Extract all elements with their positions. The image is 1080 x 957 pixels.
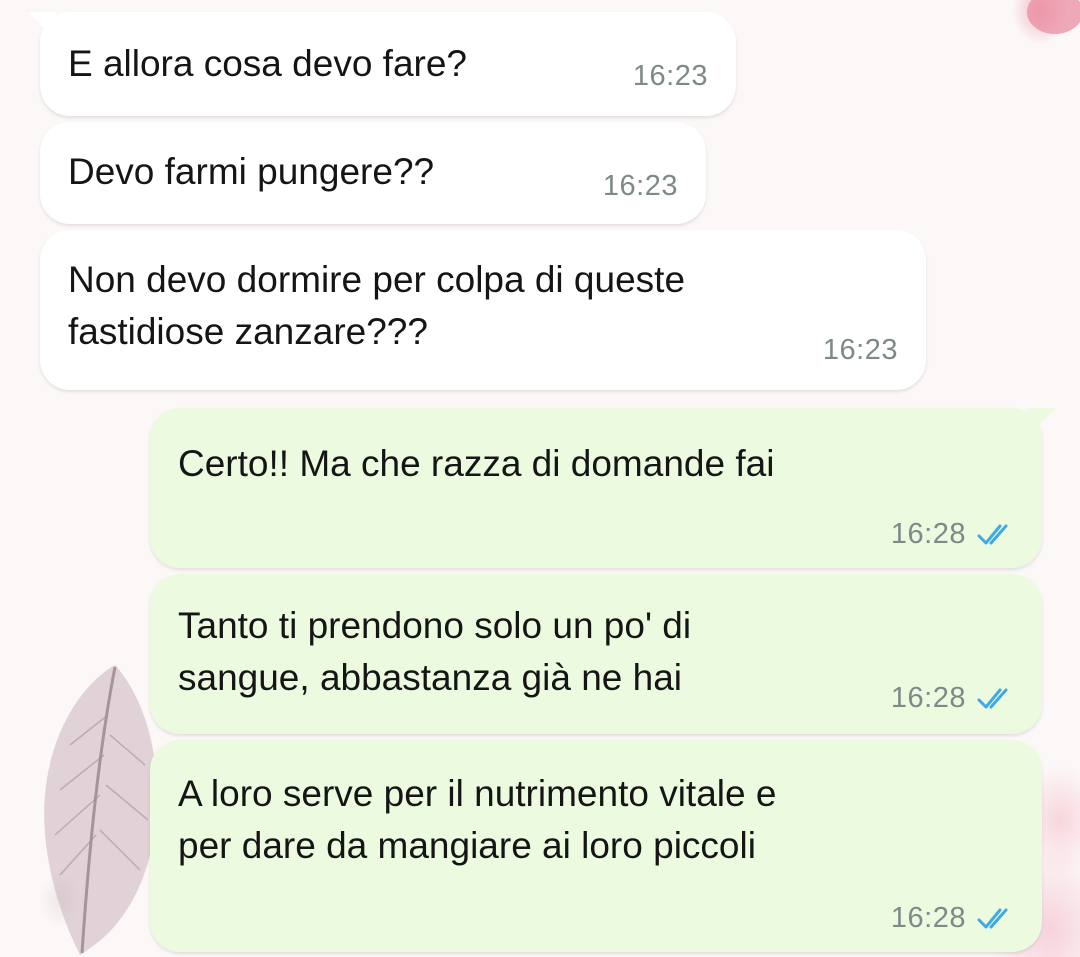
message-time: 16:28 bbox=[890, 902, 966, 934]
message-text: E allora cosa devo fare? bbox=[68, 43, 468, 84]
message-meta: 16:28 bbox=[891, 682, 1016, 715]
double-check-icon bbox=[977, 524, 1008, 544]
message-meta: 16:28 bbox=[891, 902, 1016, 935]
message-text: Certo!! Ma che razza di domande fai bbox=[178, 443, 775, 484]
petal-decoration bbox=[1027, 0, 1080, 34]
leaf-illustration bbox=[44, 665, 158, 955]
message-meta: 16:23 bbox=[823, 334, 898, 367]
message-time: 16:23 bbox=[632, 60, 708, 92]
message-bubble-incoming[interactable]: Devo farmi pungere?? 16:23 bbox=[40, 122, 706, 224]
double-check-icon bbox=[977, 908, 1008, 928]
message-bubble-outgoing[interactable]: Certo!! Ma che razza di domande fai 16:2… bbox=[150, 408, 1056, 568]
message-bubble-outgoing[interactable]: Tanto ti prendono solo un po' di sangue,… bbox=[150, 574, 1042, 734]
message-bubble-incoming[interactable]: Non devo dormire per colpa di queste fas… bbox=[40, 230, 926, 390]
message-meta: 16:28 bbox=[891, 518, 1016, 551]
message-bubble-incoming[interactable]: E allora cosa devo fare? 16:23 bbox=[28, 12, 736, 116]
message-meta: 16:23 bbox=[633, 60, 708, 93]
message-meta: 16:23 bbox=[603, 170, 678, 203]
message-text: Non devo dormire per colpa di queste fas… bbox=[68, 259, 686, 352]
message-text: Devo farmi pungere?? bbox=[68, 151, 435, 192]
message-text: A loro serve per il nutrimento vitale e … bbox=[178, 773, 777, 866]
message-time: 16:23 bbox=[822, 334, 898, 366]
double-check-icon bbox=[977, 688, 1008, 708]
message-text: Tanto ti prendono solo un po' di sangue,… bbox=[178, 605, 692, 698]
message-bubble-outgoing[interactable]: A loro serve per il nutrimento vitale e … bbox=[150, 740, 1042, 952]
message-time: 16:28 bbox=[890, 518, 966, 550]
message-time: 16:28 bbox=[890, 682, 966, 714]
message-time: 16:23 bbox=[602, 170, 678, 202]
